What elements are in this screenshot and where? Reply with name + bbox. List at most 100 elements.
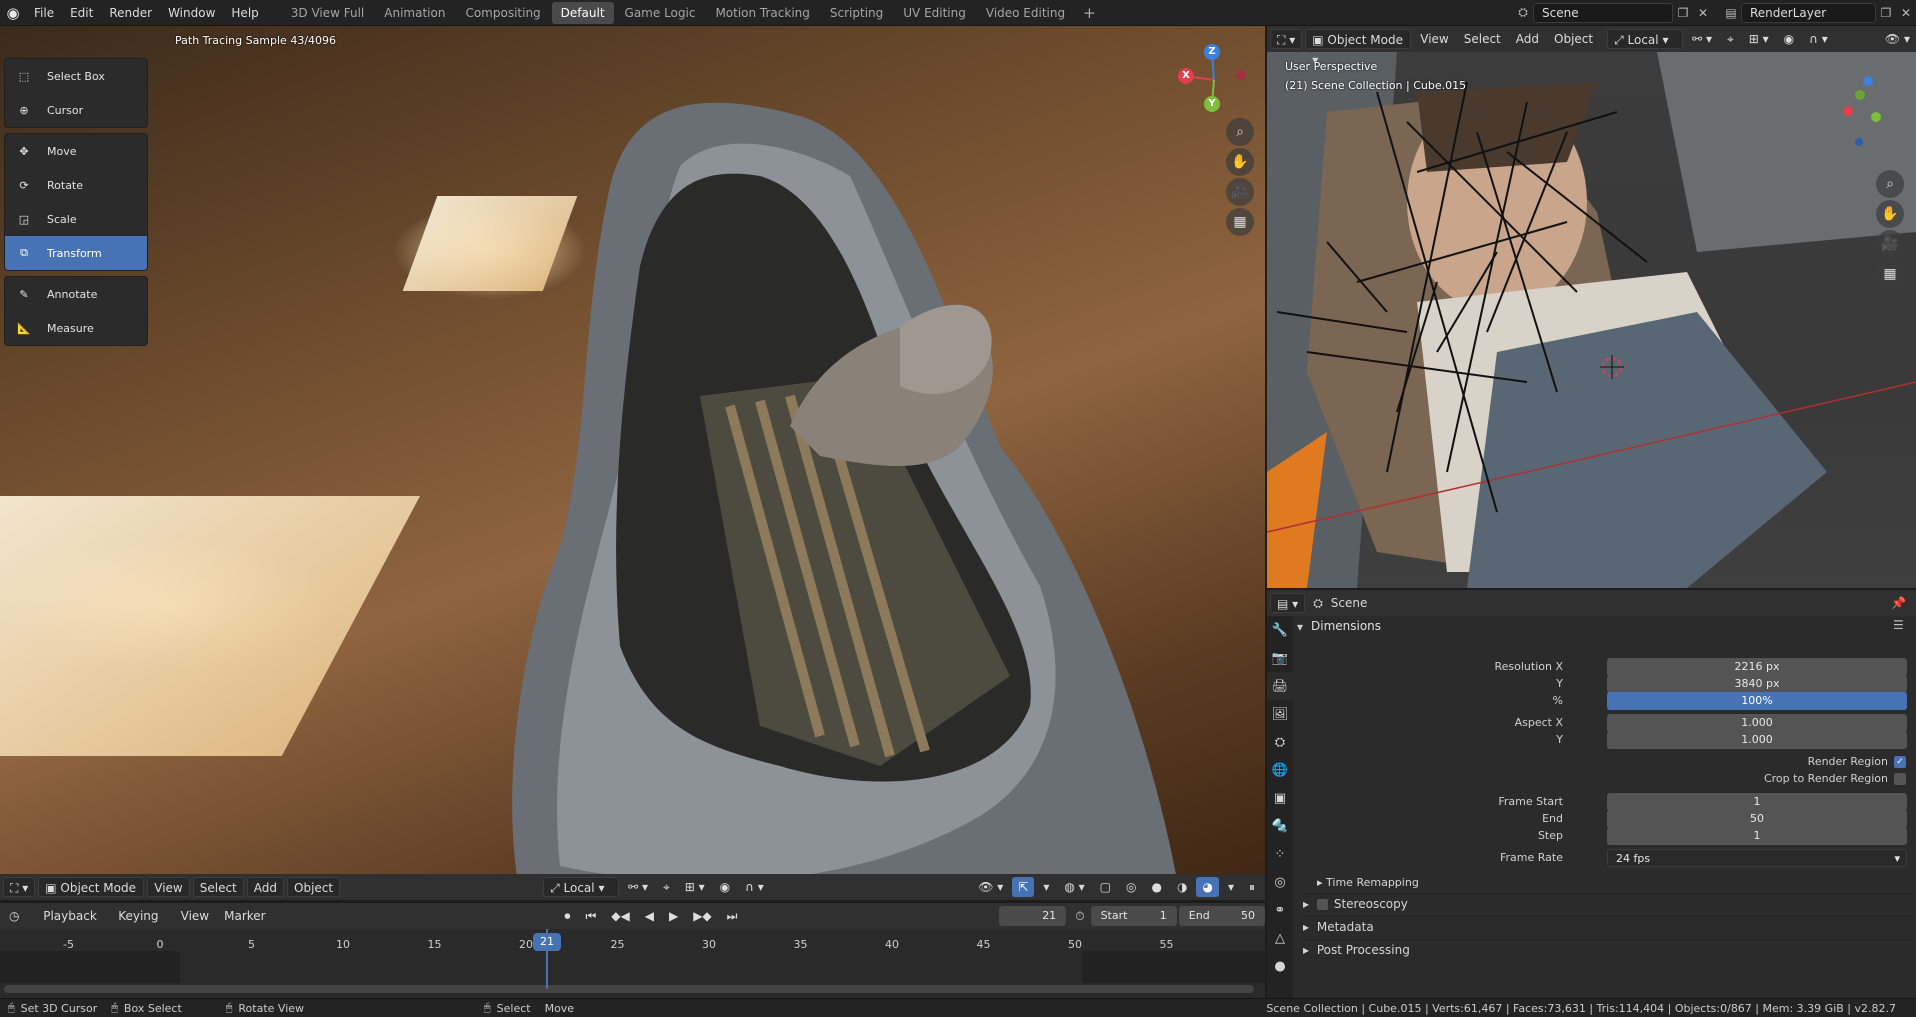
- pivot-icon[interactable]: ⚯ ▾: [1686, 29, 1718, 49]
- gizmo-x-axis[interactable]: [1843, 106, 1853, 116]
- menu-select[interactable]: Select: [1458, 29, 1507, 49]
- menu-marker[interactable]: Marker: [218, 906, 271, 926]
- tab-default[interactable]: Default: [551, 1, 614, 24]
- menu-add[interactable]: Add: [246, 877, 284, 897]
- frame-start-field[interactable]: 1: [1607, 793, 1907, 811]
- gizmo-dropdown-icon[interactable]: ▾: [1037, 877, 1055, 897]
- aspect-y-field[interactable]: 1.000: [1607, 731, 1907, 749]
- jump-end-icon[interactable]: ⏭: [721, 906, 744, 926]
- zoom-icon[interactable]: ⌕: [1226, 118, 1254, 146]
- editor-type-icon[interactable]: ⛶ ▾: [1270, 29, 1303, 49]
- tool-tab-icon[interactable]: 🔧: [1267, 616, 1293, 644]
- scene-icon[interactable]: ⛭: [1513, 3, 1533, 23]
- pan-hand-icon[interactable]: ✋: [1876, 200, 1904, 228]
- falloff-icon[interactable]: ∩ ▾: [1803, 29, 1834, 49]
- stereoscopy-checkbox[interactable]: [1316, 899, 1328, 910]
- tool-rotate[interactable]: ⟳ Rotate: [5, 168, 147, 202]
- tool-move[interactable]: ✥ Move: [5, 134, 147, 168]
- snap-target-icon[interactable]: ⊞ ▾: [679, 877, 711, 897]
- render-region-checkbox[interactable]: ✓: [1894, 756, 1906, 768]
- shading-dropdown-icon[interactable]: ▾: [1222, 877, 1240, 897]
- blender-logo-icon[interactable]: ◉: [0, 0, 26, 26]
- tab-scripting[interactable]: Scripting: [821, 2, 892, 24]
- grid-view-icon[interactable]: ▦: [1876, 260, 1904, 288]
- resolution-percent-slider[interactable]: 100%: [1607, 692, 1907, 710]
- xray-icon[interactable]: ▢: [1094, 877, 1117, 897]
- timeline-scrollbar[interactable]: [4, 985, 1254, 993]
- right-navigation-gizmo[interactable]: [1833, 60, 1909, 160]
- wireframe-shading-icon[interactable]: ◎: [1120, 877, 1142, 897]
- menu-view[interactable]: View: [147, 877, 190, 897]
- gizmo-neg-y[interactable]: [1855, 90, 1865, 100]
- properties-editor-type-icon[interactable]: ▤ ▾: [1270, 593, 1306, 613]
- constraints-tab-icon[interactable]: ⚭: [1267, 896, 1293, 924]
- new-view-layer-icon[interactable]: ❐: [1876, 3, 1896, 23]
- main-3d-viewport[interactable]: Path Tracing Sample 43/4096 ⬚ Select Box …: [0, 26, 1265, 900]
- grid-view-icon[interactable]: ▦: [1226, 208, 1254, 236]
- menu-help[interactable]: Help: [223, 0, 266, 26]
- end-frame-field[interactable]: End 50: [1178, 906, 1265, 926]
- menu-keying[interactable]: Keying ▾: [112, 906, 171, 943]
- post-processing-panel[interactable]: ▸ Post Processing: [1303, 939, 1913, 959]
- gizmo-x-axis[interactable]: X: [1178, 68, 1194, 84]
- new-scene-icon[interactable]: ❐: [1673, 3, 1693, 23]
- tab-3d-view-full[interactable]: 3D View Full: [282, 2, 374, 24]
- gizmo-z-axis[interactable]: [1863, 76, 1873, 86]
- frame-rate-dropdown[interactable]: 24 fps ▾: [1607, 849, 1907, 867]
- menu-window[interactable]: Window: [160, 0, 223, 26]
- time-remapping-subpanel[interactable]: ▸ Time Remapping: [1317, 874, 1419, 892]
- stereoscopy-panel[interactable]: ▸ Stereoscopy: [1303, 893, 1913, 913]
- scene-selector[interactable]: Scene: [1533, 2, 1673, 23]
- view-layer-selector[interactable]: RenderLayer: [1741, 2, 1876, 23]
- transform-orientation-dropdown[interactable]: ⤢ Local ▾: [1607, 29, 1684, 49]
- start-frame-field[interactable]: Start 1: [1090, 906, 1177, 926]
- proportional-edit-icon[interactable]: ◉: [1778, 29, 1800, 49]
- collapse-dimensions-icon[interactable]: ▾: [1297, 620, 1303, 634]
- tab-motion-tracking[interactable]: Motion Tracking: [706, 2, 818, 24]
- mode-selector[interactable]: ▣ Object Mode ▾: [38, 877, 145, 915]
- prev-keyframe-icon[interactable]: ◆◀: [605, 906, 635, 926]
- resolution-y-field[interactable]: 3840 px: [1607, 675, 1907, 693]
- navigation-gizmo[interactable]: X Z Y: [1170, 40, 1250, 120]
- material-shading-icon[interactable]: ◑: [1171, 877, 1193, 897]
- camera-icon[interactable]: 🎥: [1876, 230, 1904, 258]
- tool-annotate[interactable]: ✎ Annotate: [5, 277, 147, 311]
- tool-cursor[interactable]: ⊕ Cursor: [5, 93, 147, 127]
- menu-add[interactable]: Add: [1510, 29, 1545, 49]
- material-tab-icon[interactable]: ●: [1267, 952, 1293, 980]
- visibility-icon[interactable]: 👁 ▾: [972, 877, 1009, 897]
- timeline-editor-type-icon[interactable]: ◷ ▾: [3, 906, 34, 943]
- rendered-shading-icon[interactable]: ◕: [1196, 877, 1219, 897]
- menu-view[interactable]: View: [1414, 29, 1454, 49]
- zoom-icon[interactable]: ⌕: [1876, 170, 1904, 198]
- frame-step-field[interactable]: 1: [1607, 827, 1907, 845]
- presets-list-icon[interactable]: ☰: [1893, 618, 1904, 632]
- gizmo-toggle-icon[interactable]: ⇱: [1012, 877, 1035, 897]
- play-icon[interactable]: ▶: [663, 906, 684, 926]
- gizmo-neg-x[interactable]: [1236, 70, 1246, 80]
- gizmo-z-axis[interactable]: Z: [1204, 44, 1220, 60]
- menu-file[interactable]: File: [26, 0, 62, 26]
- tool-measure[interactable]: 📐 Measure: [5, 311, 147, 345]
- data-tab-icon[interactable]: △: [1267, 924, 1293, 952]
- menu-object[interactable]: Object: [1548, 29, 1599, 49]
- physics-tab-icon[interactable]: ◎: [1267, 868, 1293, 896]
- falloff-icon[interactable]: ∩ ▾: [739, 877, 770, 897]
- play-reverse-icon[interactable]: ◀: [639, 906, 660, 926]
- menu-render[interactable]: Render: [101, 0, 160, 26]
- gizmo-neg-z[interactable]: [1855, 138, 1863, 146]
- mode-selector[interactable]: ▣ Object Mode ▾: [1305, 29, 1412, 67]
- pause-render-icon[interactable]: ⏸: [1243, 877, 1261, 897]
- playhead-marker[interactable]: 21: [533, 933, 561, 951]
- view-layer-icon[interactable]: ▤: [1721, 3, 1741, 23]
- menu-playback[interactable]: Playback ▾: [37, 906, 109, 943]
- visibility-icon[interactable]: 👁 ▾: [1879, 29, 1916, 49]
- tab-video-editing[interactable]: Video Editing: [977, 2, 1074, 24]
- solid-shading-icon[interactable]: ●: [1146, 877, 1168, 897]
- tab-uv-editing[interactable]: UV Editing: [894, 2, 975, 24]
- remove-view-layer-icon[interactable]: ✕: [1896, 3, 1916, 23]
- frame-end-field[interactable]: 50: [1607, 810, 1907, 828]
- camera-icon[interactable]: 🎥: [1226, 178, 1254, 206]
- menu-object[interactable]: Object: [287, 877, 341, 897]
- overlays-icon[interactable]: ◍ ▾: [1058, 877, 1090, 897]
